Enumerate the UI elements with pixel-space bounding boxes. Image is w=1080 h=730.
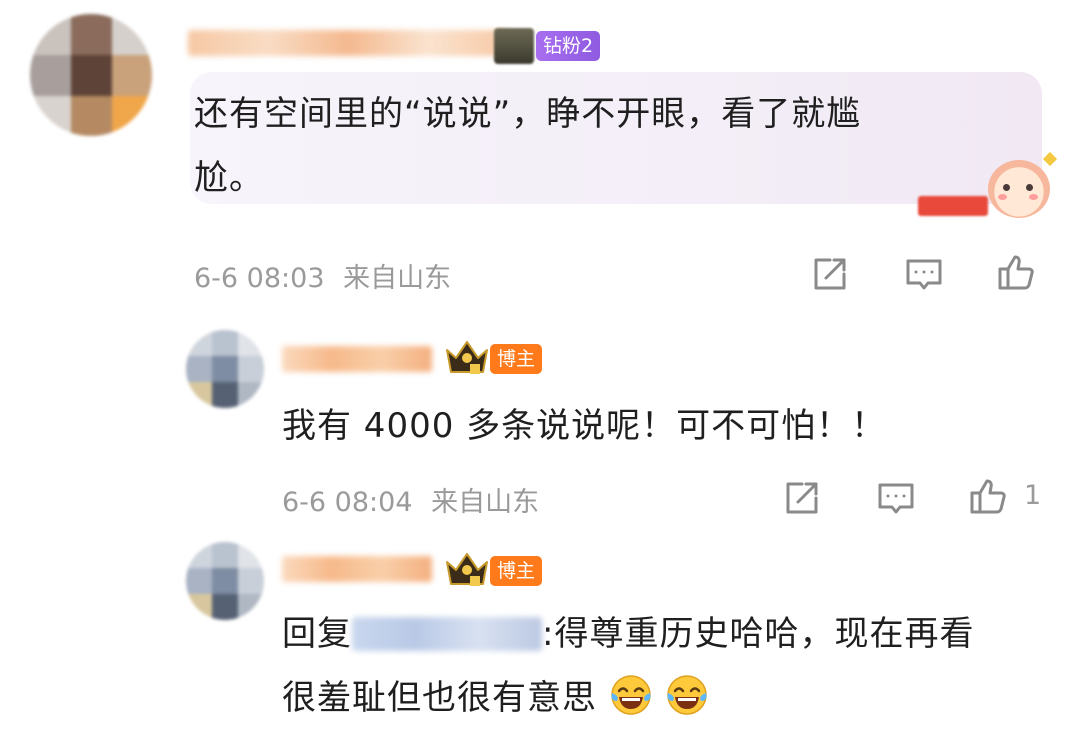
comment-location: 来自山东: [343, 263, 452, 294]
blogger-badge: 博主: [490, 344, 543, 374]
blogger-badge: 博主: [490, 556, 543, 586]
reply-text-line1: 回复 :得尊重历史哈哈，现在再看: [282, 602, 1062, 666]
comment-text-line2: 尬。: [194, 158, 264, 198]
laugh-tears-emoji: [666, 675, 707, 715]
crown-icon: [444, 338, 490, 378]
thumbs-up-icon[interactable]: [968, 476, 1008, 516]
reply-text: 回复 :得尊重历史哈哈，现在再看 很羞耻但也很有意思: [282, 602, 1062, 730]
share-icon[interactable]: [782, 478, 822, 518]
comment-text: 还有空间里的“说说”，睁不开眼，看了就尴 尬。: [194, 82, 1024, 210]
avatar[interactable]: [186, 330, 264, 408]
avatar[interactable]: [186, 542, 264, 620]
share-icon[interactable]: [810, 254, 850, 294]
username-blurred[interactable]: [282, 346, 432, 372]
laugh-tears-emoji: [611, 675, 651, 715]
reply-text: 我有 4000 多条说说呢！可不可怕！！: [282, 406, 887, 446]
username-blurred[interactable]: [282, 556, 432, 582]
username-blurred[interactable]: [188, 30, 508, 56]
thumbs-up-icon[interactable]: [996, 252, 1036, 292]
reply-date: 6-6 08:04: [282, 487, 413, 518]
reply-prefix: 回复: [282, 614, 352, 654]
comment-date: 6-6 08:03: [194, 263, 325, 294]
reply-text-line1-rest: :得尊重历史哈哈，现在再看: [542, 614, 975, 654]
comment-icon[interactable]: [904, 254, 944, 294]
comment-icon[interactable]: [876, 478, 916, 518]
reply-text-line2-wrap: 很羞耻但也很有意思: [282, 666, 1062, 730]
reply-meta: 6-6 08:04 来自山东: [282, 480, 539, 519]
avatar[interactable]: [30, 14, 152, 136]
comment-text-line1: 还有空间里的“说说”，睁不开眼，看了就尴: [194, 94, 862, 134]
medal-icon: [494, 28, 534, 64]
crown-icon: [444, 550, 490, 590]
mentioned-user-blurred[interactable]: [352, 617, 542, 651]
like-count: 1: [1024, 480, 1042, 511]
reply-location: 来自山东: [431, 487, 540, 518]
fan-level-badge: 钻粉2: [536, 31, 601, 61]
comment-meta: 6-6 08:03 来自山东: [194, 256, 451, 295]
reply-text-line2: 很羞耻但也很有意思: [282, 678, 597, 718]
